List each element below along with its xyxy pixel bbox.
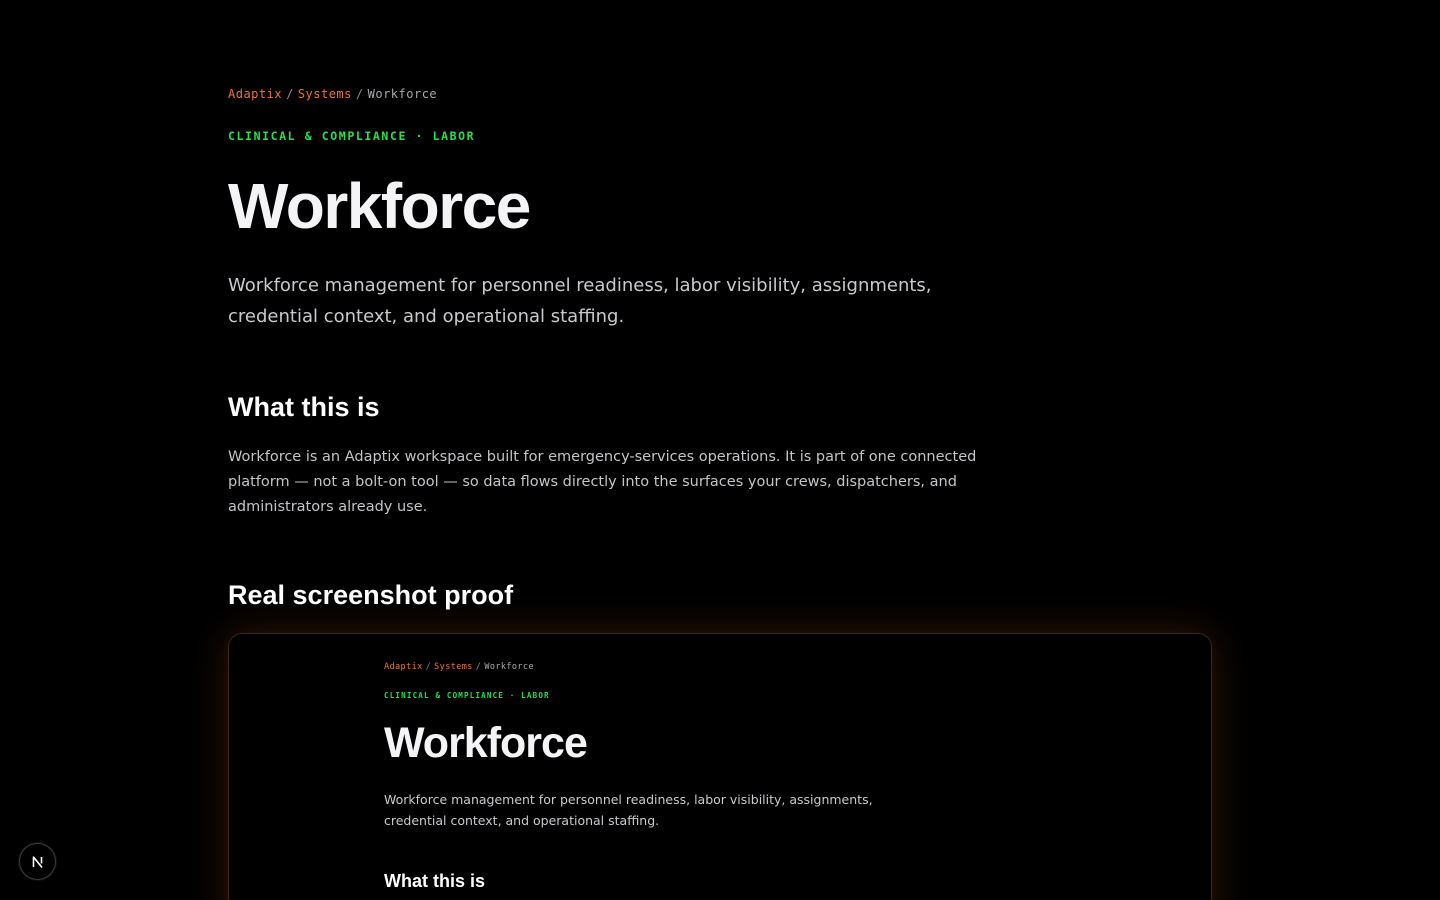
section-heading-what: What this is	[228, 392, 380, 422]
breadcrumb-separator: /	[286, 87, 294, 101]
screenshot-heading: What this is	[384, 871, 486, 891]
screenshot-breadcrumb-separator: /	[425, 662, 432, 672]
page-title: Workforce	[228, 170, 531, 242]
breadcrumb: Adaptix / Systems / Workforce	[228, 87, 437, 101]
dev-tools-badge[interactable]	[19, 843, 56, 880]
breadcrumb-link-systems[interactable]: Systems	[298, 87, 352, 101]
breadcrumb-current: Workforce	[367, 87, 438, 101]
screenshot-breadcrumb-systems: Systems	[434, 662, 473, 672]
page-lead: Workforce management for personnel readi…	[228, 275, 932, 327]
screenshot-breadcrumb-current: Workforce	[484, 662, 534, 672]
category-eyebrow: CLINICAL & COMPLIANCE · LABOR	[228, 129, 476, 143]
breadcrumb-link-adaptix[interactable]: Adaptix	[228, 87, 282, 101]
screenshot-proof-frame: Adaptix / Systems / Workforce CLINICAL & COM…	[228, 633, 1212, 900]
nextjs-n-icon	[32, 855, 43, 868]
screenshot-title: Workforce	[384, 719, 588, 767]
screenshot-eyebrow: CLINICAL & COMPLIANCE · LABOR	[384, 691, 550, 700]
screenshot-lead: Workforce management for personnel readi…	[384, 792, 873, 828]
screenshot-breadcrumb-adaptix: Adaptix	[384, 662, 423, 672]
screenshot-breadcrumb: Adaptix / Systems / Workforce	[384, 662, 534, 672]
screenshot-breadcrumb-separator: /	[475, 662, 482, 672]
section-heading-proof: Real screenshot proof	[228, 580, 514, 610]
breadcrumb-separator: /	[355, 87, 364, 101]
section-body-what: Workforce is an Adaptix workspace built …	[228, 449, 977, 515]
